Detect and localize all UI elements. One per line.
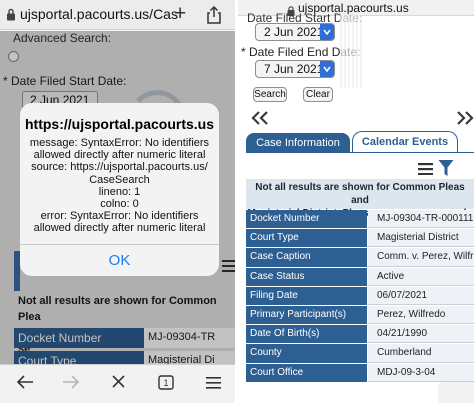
alert-line: colno: 0 (100, 198, 139, 211)
row-label: Date Of Birth(s) (246, 325, 367, 344)
row-label: Primary Participant(s) (246, 305, 367, 325)
row-label: Court Type (246, 229, 367, 248)
alert-line: source: https://ujsportal.pacourts.us/ (31, 161, 208, 174)
row-value: 04/21/1990 (368, 325, 474, 344)
chevron-down-icon (320, 61, 334, 77)
alert-message: message: SyntaxError: No identifiers all… (26, 137, 213, 235)
back-arrow-icon[interactable] (16, 374, 34, 395)
hamburger-menu-icon[interactable] (418, 162, 433, 180)
row-value: Perez, Wilfredo (368, 305, 474, 325)
row-value: Magisterial District (368, 229, 474, 248)
forward-arrow-icon[interactable] (62, 374, 80, 395)
row-label: Court Office (246, 363, 367, 382)
table-row: County Cumberland (246, 344, 474, 364)
double-chevron-left-icon[interactable] (250, 110, 270, 131)
alert-line: CaseSearch (89, 173, 150, 186)
alert-line: lineno: 1 (98, 185, 141, 198)
row-value: Comm. v. Perez, Wilfredo (368, 248, 474, 267)
table-row: Docket Number MJ-09304-TR-0001116-2 (246, 210, 474, 230)
alert-line: allowed directly after numeric literal (33, 222, 206, 235)
table-row: Case Status Active (246, 267, 474, 287)
chevron-down-icon (320, 24, 334, 40)
row-value: Cumberland (368, 344, 474, 363)
tab-underline (246, 152, 474, 153)
hamburger-menu-icon[interactable] (206, 376, 221, 394)
date-start-select[interactable]: 2 Jun 2021 (255, 23, 335, 41)
alert-title: https://ujsportal.pacourts.us (24, 116, 214, 132)
table-row: Case Caption Comm. v. Perez, Wilfredo (246, 248, 474, 268)
alert-line: message: SyntaxError: No identifiers (29, 137, 210, 149)
close-icon[interactable] (111, 374, 126, 394)
address-url[interactable]: ujsportal.pacourts.us/Cas (20, 6, 178, 22)
tabs-icon[interactable]: 1 (158, 375, 174, 395)
table-row: Court Office MDJ-09-3-04 (246, 363, 474, 383)
case-details-table: Docket Number MJ-09304-TR-0001116-2 Cour… (246, 210, 474, 383)
date-start-value: 2 Jun 2021 (264, 25, 324, 39)
alert-line: allowed directly after numeric literal (33, 149, 206, 162)
tab-count: 1 (163, 378, 168, 388)
search-button[interactable]: Search (253, 87, 287, 102)
clear-button[interactable]: Clear (303, 87, 333, 102)
share-icon[interactable] (206, 5, 222, 29)
row-label: Docket Number (246, 210, 367, 229)
browser-address-bar[interactable]: ujsportal.pacourts.us/Cas + (0, 0, 235, 30)
alert-line: error: SyntaxError: No identifiers (40, 210, 199, 223)
row-label: Case Status (246, 267, 367, 286)
row-value[interactable]: MJ-09304-TR-0001116-2 (368, 210, 474, 229)
row-label: Filing Date (246, 286, 367, 305)
double-chevron-right-icon[interactable] (455, 110, 474, 131)
tab-calendar-events[interactable]: Calendar Events (352, 131, 458, 153)
date-end-select[interactable]: 7 Jun 2021 (255, 60, 335, 78)
row-value: MDJ-09-3-04 (368, 363, 474, 382)
lock-icon (6, 8, 16, 26)
table-row: Court Type Magisterial District (246, 229, 474, 249)
right-phone-screen: ujsportal.pacourts.us Date Filed Start D… (238, 0, 474, 403)
browser-toolbar: 1 (0, 364, 235, 403)
row-label: Case Caption (246, 248, 367, 267)
notice-line: Not all results are shown for Common Ple… (255, 182, 465, 206)
table-row: Filing Date 06/07/2021 (246, 286, 474, 306)
ok-button[interactable]: OK (20, 245, 219, 276)
tab-case-information[interactable]: Case Information (246, 133, 350, 153)
left-phone-screen: ujsportal.pacourts.us/Cas + Advanced Sea… (0, 0, 235, 403)
row-label: County (246, 344, 367, 363)
table-row: Primary Participant(s) Perez, Wilfredo (246, 305, 474, 326)
date-end-value: 7 Jun 2021 (264, 62, 324, 76)
table-row: Date Of Birth(s) 04/21/1990 (246, 325, 474, 345)
results-notice: Not all results are shown for Common Ple… (246, 179, 474, 219)
scroll-corner (438, 382, 474, 403)
row-value: 06/07/2021 (368, 286, 474, 305)
error-alert-dialog: https://ujsportal.pacourts.us message: S… (20, 103, 219, 276)
new-tab-plus-icon[interactable]: + (174, 3, 186, 25)
row-value: Active (368, 267, 474, 286)
faded-background (340, 14, 362, 88)
